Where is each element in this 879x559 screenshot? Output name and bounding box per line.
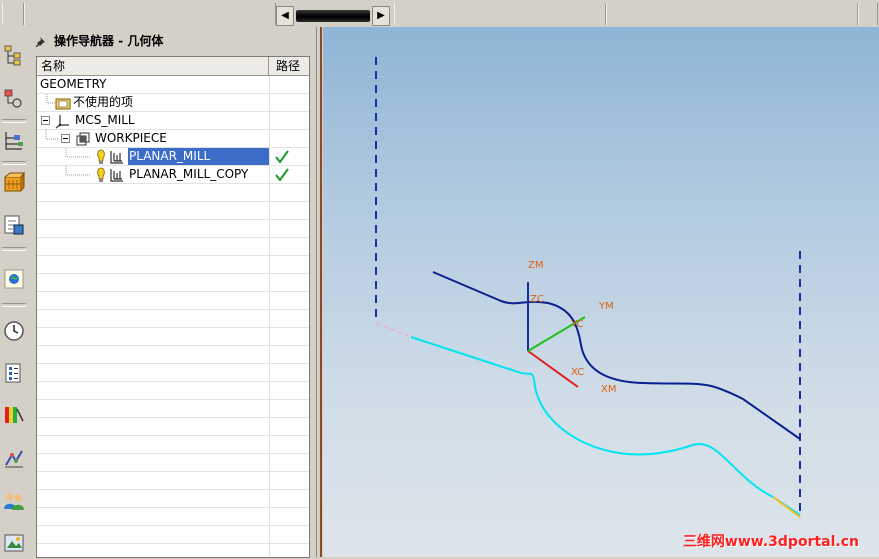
mcs-csys-icon <box>55 113 71 129</box>
tree-connector <box>65 148 91 158</box>
pin-icon[interactable] <box>34 34 50 50</box>
collapse-toggle-icon[interactable] <box>61 134 70 143</box>
path-ok-check-icon <box>275 150 289 164</box>
tree-connector <box>45 130 59 140</box>
empty-table-row <box>37 238 309 256</box>
regenerate-status-icon <box>93 167 109 183</box>
column-header-path[interactable]: 路径 <box>270 57 309 75</box>
toolbar-segment <box>606 3 858 25</box>
row-label: PLANAR_MILL_COPY <box>129 167 249 181</box>
toolbar-separator <box>2 247 26 251</box>
empty-table-row <box>37 184 309 202</box>
top-toolbar-strip: ◀ ▶ <box>0 0 879 27</box>
constraint-navigator-icon[interactable] <box>2 87 26 111</box>
scroll-left-button[interactable]: ◀ <box>276 6 294 26</box>
path-ok-check-icon <box>275 168 289 182</box>
hd3d-tools-icon[interactable] <box>2 213 26 237</box>
navigator-title: 操作导航器 - 几何体 <box>54 34 164 48</box>
yc-axis-label: YC <box>570 319 584 330</box>
planar-mill-operation-icon <box>109 167 125 183</box>
planar-mill-operation-icon <box>109 149 125 165</box>
empty-table-row <box>37 310 309 328</box>
tree-row-workpiece[interactable]: WORKPIECE <box>37 130 309 148</box>
end-segment-line <box>772 496 801 518</box>
toolpath-canvas: ZM ZC YM YC XC XM <box>375 57 801 518</box>
empty-table-row <box>37 544 309 557</box>
watermark-text: 三维网www.3dportal.cn <box>682 534 859 550</box>
tree-row-planar-mill[interactable]: PLANAR_MILL <box>37 148 309 166</box>
empty-table-row <box>37 382 309 400</box>
empty-table-row <box>37 274 309 292</box>
tree-row-geometry[interactable]: GEOMETRY <box>37 76 309 94</box>
table-header: 名称 路径 <box>37 57 309 76</box>
tree-row-unused-items[interactable]: 不使用的项 <box>37 94 309 112</box>
panel-scroller[interactable]: ◀ ▶ <box>276 6 390 26</box>
empty-table-row <box>37 220 309 238</box>
assembly-navigator-icon[interactable] <box>2 43 26 67</box>
toolbar-separator <box>2 119 26 123</box>
cut-path-curve <box>410 336 801 516</box>
tree-row-planar-mill-copy[interactable]: PLANAR_MILL_COPY <box>37 166 309 184</box>
toolbar-grip <box>2 3 24 25</box>
folder-icon <box>55 95 71 111</box>
empty-table-row <box>37 292 309 310</box>
empty-table-row <box>37 364 309 382</box>
empty-table-row <box>37 202 309 220</box>
empty-table-row <box>37 472 309 490</box>
reuse-library-icon[interactable] <box>2 171 26 195</box>
workpiece-icon <box>75 131 91 147</box>
palettes-icon[interactable] <box>2 531 26 555</box>
part-navigator-icon[interactable] <box>2 129 26 153</box>
process-studio-icon[interactable] <box>2 403 26 427</box>
toolbar-segment <box>394 3 606 25</box>
empty-table-row <box>37 526 309 544</box>
empty-table-row <box>37 454 309 472</box>
navigator-title-bar: 操作导航器 - 几何体 <box>34 31 163 51</box>
resource-bar <box>0 27 29 557</box>
empty-table-row <box>37 400 309 418</box>
toolbar-segment <box>858 3 878 25</box>
tree-connector <box>65 166 91 176</box>
empty-table-row <box>37 508 309 526</box>
operation-navigator-panel: 操作导航器 - 几何体 名称 路径 GEOMETRY 不使用的项 MCS_MIL… <box>28 27 316 558</box>
scroll-track[interactable] <box>296 10 370 22</box>
tool-path-curve <box>432 271 801 440</box>
zm-axis-label: ZM <box>528 260 543 271</box>
row-label: 不使用的项 <box>73 95 134 109</box>
column-header-name[interactable]: 名称 <box>37 57 269 75</box>
collapse-toggle-icon[interactable] <box>41 116 50 125</box>
empty-table-row <box>37 436 309 454</box>
system-materials-icon[interactable] <box>2 361 26 385</box>
history-icon[interactable] <box>2 319 26 343</box>
manufacturing-wizard-icon[interactable] <box>2 447 26 471</box>
roles-icon[interactable] <box>2 489 26 513</box>
ym-axis-label: YM <box>598 301 614 312</box>
navigator-tree-table: 名称 路径 GEOMETRY 不使用的项 MCS_MILL WORKPIECE <box>36 56 310 558</box>
web-browser-icon[interactable] <box>2 267 26 291</box>
graphics-viewport[interactable]: ZM ZC YM YC XC XM 三维网www.3dportal.cn <box>323 27 879 557</box>
empty-table-row <box>37 328 309 346</box>
row-label: GEOMETRY <box>40 77 107 91</box>
toolbar-separator <box>2 303 26 307</box>
xc-axis-label: XC <box>571 367 584 378</box>
row-label: WORKPIECE <box>95 131 167 145</box>
toolbar-segment <box>24 3 276 25</box>
row-label: MCS_MILL <box>75 113 135 127</box>
empty-table-row <box>37 346 309 364</box>
zc-axis-label: ZC <box>530 294 544 305</box>
row-label: PLANAR_MILL <box>129 149 211 163</box>
departure-move-line <box>375 322 412 338</box>
regenerate-status-icon <box>93 149 109 165</box>
tree-row-mcs-mill[interactable]: MCS_MILL <box>37 112 309 130</box>
xm-axis-label: XM <box>601 384 616 395</box>
empty-table-row <box>37 418 309 436</box>
empty-table-row <box>37 256 309 274</box>
scroll-right-button[interactable]: ▶ <box>372 6 390 26</box>
toolbar-separator <box>2 161 26 165</box>
empty-table-row <box>37 490 309 508</box>
